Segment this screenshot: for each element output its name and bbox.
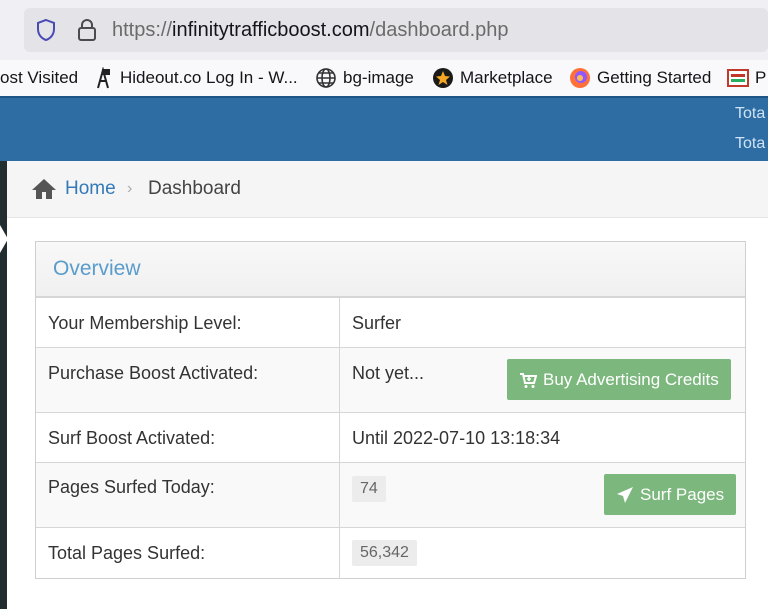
bookmark-label: ost Visited — [0, 68, 79, 87]
table-row: Pages Surfed Today: 74 Surf Pages — [36, 462, 745, 527]
surf-pages-button[interactable]: Surf Pages — [604, 474, 737, 515]
hideout-icon — [92, 67, 114, 89]
pages-surfed-today-badge: 74 — [352, 476, 386, 502]
cell-divider — [339, 413, 340, 462]
row-label: Total Pages Surfed: — [48, 543, 206, 563]
bookmark-label: Hideout.co Log In - W... — [120, 68, 298, 87]
buy-advertising-credits-button[interactable]: Buy Advertising Credits — [507, 359, 731, 400]
lock-icon[interactable] — [76, 18, 98, 42]
cell-divider — [339, 463, 340, 527]
bookmarks-bar: ost Visited Hideout.co Log In - W... bg-… — [0, 60, 768, 96]
bookmark-p[interactable]: P — [727, 66, 766, 90]
purchase-boost-value: Not yet... — [352, 363, 425, 383]
firefox-icon — [569, 67, 591, 89]
panel-heading: Overview — [36, 242, 745, 297]
surf-boost-value: Until 2022-07-10 13:18:34 — [352, 428, 561, 448]
sidebar-toggle-arrow[interactable] — [0, 225, 8, 253]
cart-icon — [519, 371, 538, 389]
bookmark-bg-image[interactable]: bg-image — [315, 66, 414, 90]
address-bar[interactable]: https://infinitytrafficboost.com/dashboa… — [24, 8, 768, 52]
paper-plane-icon — [616, 486, 634, 504]
breadcrumb-home-link[interactable]: Home — [65, 178, 116, 200]
bookmark-label: P — [755, 68, 767, 87]
table-row: Surf Boost Activated: Until 2022-07-10 1… — [36, 412, 745, 462]
bookmark-most-visited[interactable]: ost Visited — [0, 66, 78, 90]
table-row: Total Pages Surfed: 56,342 — [36, 527, 745, 579]
total-pages-surfed-badge: 56,342 — [352, 540, 417, 566]
shield-icon[interactable] — [34, 18, 58, 42]
header-stat-2: Tota — [735, 135, 766, 152]
button-label: Surf Pages — [640, 484, 725, 504]
cell-divider — [339, 528, 340, 579]
bookmark-getting-started[interactable]: Getting Started — [569, 66, 711, 90]
header-stat-1: Tota — [735, 105, 766, 122]
row-label: Pages Surfed Today: — [48, 477, 215, 497]
membership-level-value: Surfer — [352, 313, 402, 333]
breadcrumb-separator: › — [127, 180, 133, 197]
table-row: Your Membership Level: Surfer — [36, 297, 745, 347]
bookmark-marketplace[interactable]: Marketplace — [432, 66, 553, 90]
panel-title: Overview — [53, 257, 141, 280]
table-row: Purchase Boost Activated: Not yet... Buy… — [36, 347, 745, 412]
row-label: Your Membership Level: — [48, 313, 242, 333]
url-prefix: https:// — [112, 19, 173, 41]
site-header: Tota Tota — [0, 96, 768, 161]
url-domain: infinitytrafficboost.com — [172, 19, 370, 41]
url-path: /dashboard.php — [369, 19, 509, 41]
star-icon — [432, 67, 454, 89]
breadcrumb: Home › Dashboard — [7, 161, 768, 218]
breadcrumb-current: Dashboard — [148, 178, 241, 199]
url-text[interactable]: https://infinitytrafficboost.com/dashboa… — [112, 18, 509, 42]
home-icon[interactable] — [31, 178, 57, 200]
bookmark-label: bg-image — [343, 68, 414, 87]
bookmark-icon — [727, 67, 749, 89]
bookmark-label: Marketplace — [460, 68, 553, 87]
overview-panel: Overview Your Membership Level: Surfer P… — [35, 241, 746, 579]
bookmark-hideout[interactable]: Hideout.co Log In - W... — [92, 66, 298, 90]
cell-divider — [339, 298, 340, 347]
globe-icon — [315, 67, 337, 89]
row-label: Surf Boost Activated: — [48, 428, 216, 448]
button-label: Buy Advertising Credits — [543, 369, 719, 389]
cell-divider — [339, 348, 340, 412]
browser-toolbar: https://infinitytrafficboost.com/dashboa… — [0, 0, 768, 60]
bookmark-label: Getting Started — [597, 68, 712, 87]
row-label: Purchase Boost Activated: — [48, 363, 259, 383]
